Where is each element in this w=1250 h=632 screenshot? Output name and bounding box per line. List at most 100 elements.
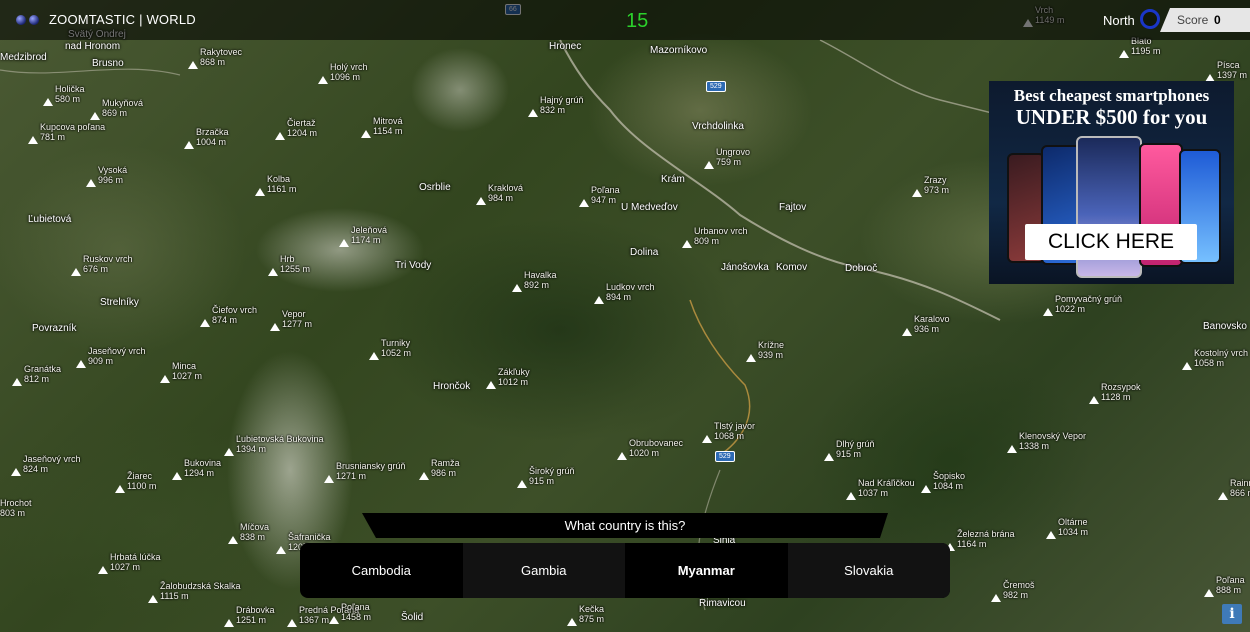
peak-name: Ungrovo [716, 147, 751, 157]
peak-marker-icon [12, 378, 22, 386]
peak-elevation: 973 m [924, 185, 950, 195]
peak-name: Železná brána [957, 529, 1015, 539]
map-peak-label: Obrubovanec 1020 m [617, 438, 684, 460]
peak-marker-icon [1204, 589, 1214, 597]
peak-elevation: 1004 m [196, 137, 227, 147]
peak-elevation: 812 m [24, 374, 50, 384]
answer-options: Cambodia Gambia Myanmar Slovakia [300, 543, 950, 598]
map-peak-label: Minca 1027 m [160, 361, 202, 383]
peak-elevation: 580 m [55, 94, 81, 104]
map-peak-label: Ungrovo 759 m [704, 147, 751, 169]
peak-name: Krížne [758, 340, 785, 350]
answer-option-gambia[interactable]: Gambia [462, 543, 625, 598]
map-town-label: Vrchdolinka [692, 121, 744, 132]
peak-name: Obrubovanec [629, 438, 684, 448]
peak-name: Hajný grúň [540, 95, 584, 105]
peak-marker-icon [476, 197, 486, 205]
peak-name: Čiertaž [287, 118, 316, 128]
peak-elevation: 1164 m [957, 539, 987, 549]
map-peak-label: Nad Kráľičkou 1037 m [846, 478, 915, 500]
peak-marker-icon [1089, 396, 1099, 404]
peak-marker-icon [224, 448, 234, 456]
peak-elevation: 915 m [529, 476, 555, 486]
peak-elevation: 984 m [488, 193, 514, 203]
map-peak-label: Havalka 892 m [512, 270, 557, 292]
map-peak-label: Hrochot 803 m [0, 498, 32, 518]
map-peak-label: Šopisko 1084 m [921, 471, 966, 493]
peak-elevation: 832 m [540, 105, 566, 115]
peak-elevation: 1115 m [160, 591, 189, 601]
peak-elevation: 1251 m [236, 615, 267, 625]
map-peak-label: Hrb 1255 m [268, 254, 310, 276]
peak-name: Drábovka [236, 605, 275, 615]
ad-click-here-button[interactable]: CLICK HERE [1025, 224, 1197, 260]
advertisement-banner[interactable]: Best cheapest smartphones UNDER $500 for… [989, 81, 1234, 284]
map-peak-label: Pomyvačný grúň 1022 m [1043, 294, 1122, 316]
map-peak-label: Turniky 1052 m [369, 338, 412, 360]
map-town-label: Strelníky [100, 297, 139, 308]
peak-name: Hrbatá lúčka [110, 552, 161, 562]
peak-marker-icon [228, 536, 238, 544]
info-icon[interactable]: i [1222, 604, 1242, 624]
peak-elevation: 868 m [200, 57, 226, 67]
score-value: 0 [1214, 13, 1221, 27]
countdown-timer: 15 [626, 10, 649, 32]
peak-marker-icon [594, 296, 604, 304]
peak-marker-icon [115, 485, 125, 493]
compass-icon[interactable] [1140, 9, 1160, 29]
brand-logo[interactable]: ZOOMTASTIC | WORLD [16, 12, 196, 27]
peak-name: Turniky [381, 338, 411, 348]
map-peak-label: Jeleňová 1174 m [339, 225, 387, 247]
peak-marker-icon [339, 239, 349, 247]
peak-marker-icon [98, 566, 108, 574]
map-peak-label: Dlhý grúň 915 m [824, 439, 875, 461]
map-peak-label: Jaseňový vrch 824 m [11, 454, 81, 476]
peak-name: Kolba [267, 174, 291, 184]
peak-elevation: 888 m [1216, 585, 1242, 595]
map-town-label: Hronec [549, 41, 582, 52]
answer-option-slovakia[interactable]: Slovakia [787, 543, 950, 598]
answer-option-myanmar[interactable]: Myanmar [625, 543, 788, 598]
peak-elevation: 1052 m [381, 348, 412, 358]
peak-elevation: 1338 m [1019, 441, 1050, 451]
peak-elevation: 809 m [694, 236, 720, 246]
peak-name: Čiefov vrch [212, 305, 258, 315]
peak-elevation: 1204 m [287, 128, 318, 138]
peak-marker-icon [90, 112, 100, 120]
map-peak-label: Železná brána 1164 m [945, 529, 1015, 551]
peak-elevation: 1027 m [110, 562, 141, 572]
map-town-label: Banovsko [1203, 321, 1247, 332]
peak-elevation: 759 m [716, 157, 742, 167]
map-town-label: Povrazník [32, 323, 77, 334]
peak-name: Jaseňový vrch [23, 454, 81, 464]
peak-name: Ludkov vrch [606, 282, 655, 292]
peak-elevation: 1154 m [373, 126, 403, 136]
peak-name: Šopisko [933, 471, 966, 481]
peak-name: Minca [172, 361, 197, 371]
map-peak-label: Jaseňový vrch 909 m [76, 346, 146, 368]
peak-elevation: 838 m [240, 532, 266, 542]
peak-name: Poľana [591, 185, 620, 195]
peak-marker-icon [361, 130, 371, 138]
peak-name: Holička [55, 84, 85, 94]
peak-name: Šafranička [288, 532, 331, 542]
answer-option-cambodia[interactable]: Cambodia [300, 543, 463, 598]
peak-name: Mukyňová [102, 98, 144, 108]
map-peak-label: Karalovo 936 m [902, 314, 950, 336]
peak-marker-icon [28, 136, 38, 144]
map-peak-label: Žalobudzská Skalka 1115 m [148, 581, 241, 603]
peak-elevation: 1174 m [351, 235, 381, 245]
map-peak-label: Klenovský Vepor 1338 m [1007, 431, 1086, 453]
question-prompt: What country is this? [362, 513, 888, 538]
logo-dot-icon [29, 14, 39, 25]
peak-marker-icon [517, 480, 527, 488]
peak-marker-icon [528, 109, 538, 117]
peak-name: Ramža [431, 458, 460, 468]
peak-elevation: 1458 m [341, 612, 372, 622]
map-town-label: Tri Vody [395, 260, 432, 271]
map-peak-label: Mitrová 1154 m [361, 116, 403, 138]
peak-name: Zákľuky [498, 367, 530, 377]
map-peak-label: Kostolný vrch 1058 m [1182, 348, 1248, 370]
map-town-label: Dobroč [845, 263, 878, 274]
peak-name: Oltárne [1058, 517, 1088, 527]
